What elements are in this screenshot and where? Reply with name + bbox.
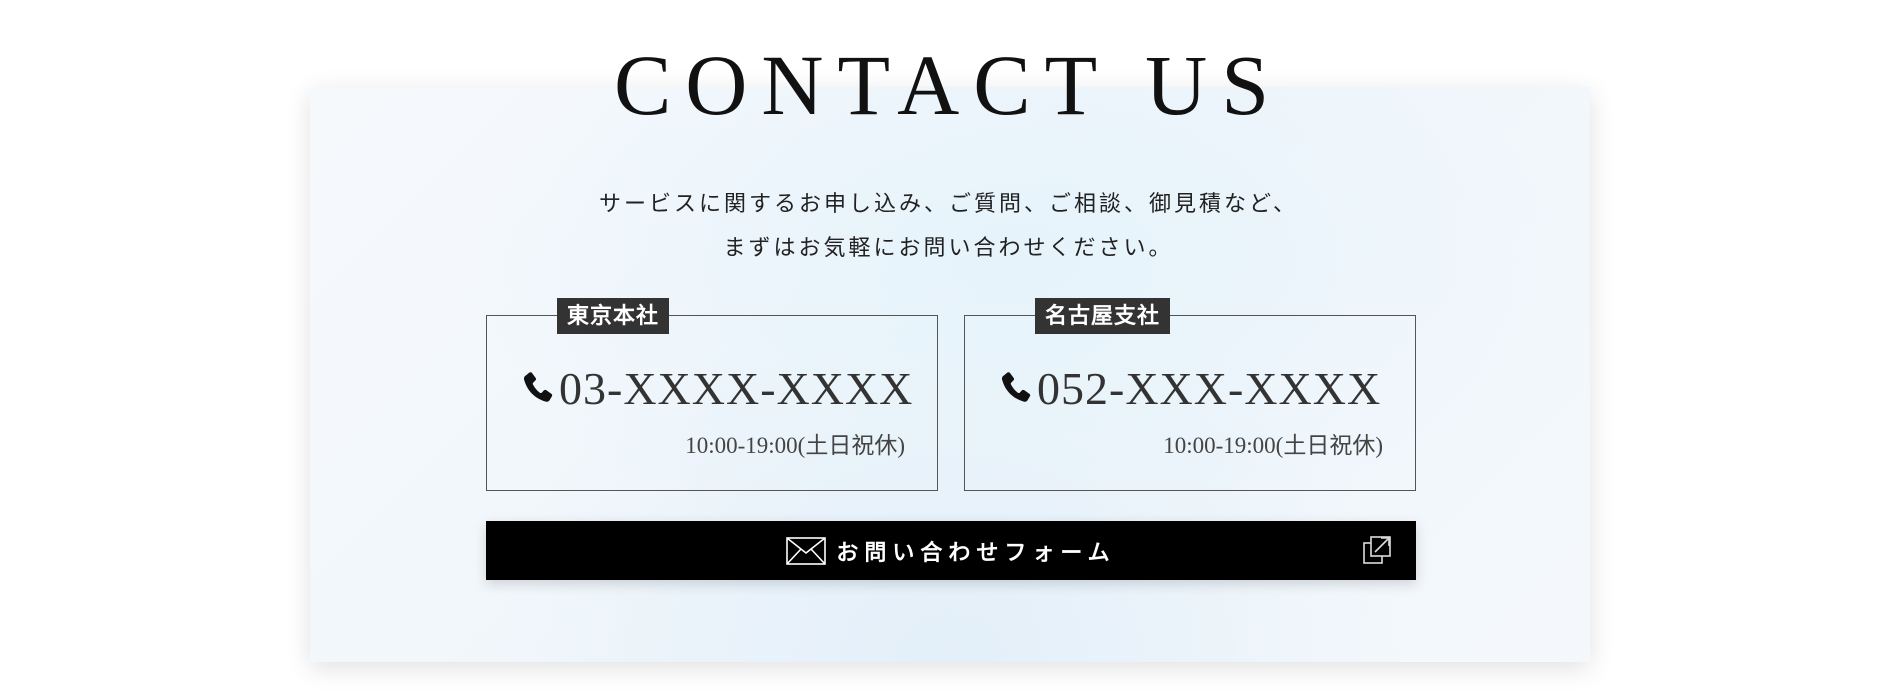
phone-number: 052-XXX-XXXX: [1037, 362, 1382, 414]
business-hours: 10:00-19:00(土日祝休): [685, 433, 905, 458]
mail-icon: [786, 536, 827, 565]
phone-icon: [1001, 372, 1031, 402]
office-box-nagoya: 名古屋支社 052-XXX-XXXX 10:00-19:00(土日祝休): [964, 298, 1416, 491]
intro-text-line-1: サービスに関するお申し込み、ご質問、ご相談、御見積など、: [599, 192, 1298, 217]
external-link-icon: [1363, 536, 1391, 564]
phone-icon: [523, 372, 553, 402]
contact-form-label: お問い合わせフォーム: [836, 539, 1116, 566]
office-box-tokyo: 東京本社 03-XXXX-XXXX 10:00-19:00(土日祝休): [486, 298, 938, 491]
page-title: CONTACT US: [613, 37, 1284, 133]
office-name-tag: 名古屋支社: [1035, 298, 1171, 334]
business-hours: 10:00-19:00(土日祝休): [1163, 433, 1383, 458]
phone-link[interactable]: 03-XXXX-XXXX: [519, 358, 913, 418]
contact-form-button[interactable]: お問い合わせフォーム: [486, 521, 1416, 580]
intro-text-line-2: まずはお気軽にお問い合わせください。: [723, 236, 1174, 261]
phone-link[interactable]: 052-XXX-XXXX: [997, 358, 1381, 418]
office-name-tag: 東京本社: [557, 298, 670, 334]
phone-number: 03-XXXX-XXXX: [559, 362, 914, 414]
